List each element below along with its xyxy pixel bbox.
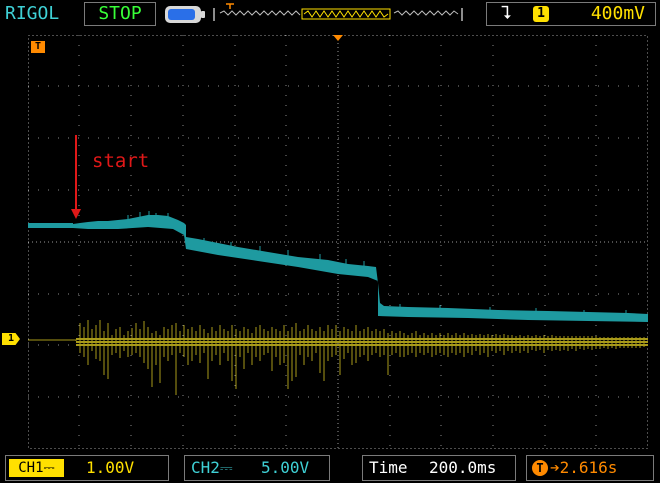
- trigger-offset-value: ➔2.616s: [550, 458, 618, 477]
- run-stop-status[interactable]: STOP: [84, 2, 156, 26]
- trigger-position-marker: [333, 35, 343, 41]
- trigger-offset-icon: T: [532, 460, 548, 476]
- dc-coupling-icon: ⎓: [43, 460, 55, 476]
- ch1-badge: CH1⎓: [9, 459, 64, 477]
- trigger-source-badge: 1: [533, 6, 549, 22]
- ch2-scale: 5.00V: [261, 458, 310, 477]
- annotation-arrow: [71, 135, 81, 219]
- trigger-offset-box[interactable]: T ➔2.616s: [526, 455, 654, 481]
- ch1-scale: 1.00V: [86, 458, 135, 477]
- brand-label: RIGOL: [5, 3, 60, 24]
- bottom-status-bar: CH1⎓ 1.00V CH2⎓ 5.00V Time 200.0ms T ➔2.…: [0, 455, 660, 483]
- battery-icon: [165, 6, 205, 23]
- ch1-scale-box[interactable]: CH1⎓ 1.00V: [5, 455, 169, 481]
- falling-edge-icon: ⮧: [501, 3, 512, 24]
- memory-overview[interactable]: [212, 1, 464, 27]
- timebase-box[interactable]: Time 200.0ms: [362, 455, 516, 481]
- status-bar: RIGOL STOP ⮧ 1 400mV: [0, 0, 660, 30]
- waveform-display[interactable]: [28, 35, 648, 449]
- time-label: Time: [369, 458, 408, 477]
- trigger-status[interactable]: ⮧ 1 400mV: [486, 2, 656, 26]
- graticule: [28, 35, 648, 449]
- trigger-marker: T: [31, 41, 45, 53]
- dc-coupling-icon: ⎓: [219, 458, 233, 477]
- time-value: 200.0ms: [429, 458, 497, 477]
- ch2-label: CH2⎓: [191, 458, 233, 477]
- trigger-level: 400mV: [590, 3, 645, 24]
- start-annotation: start: [92, 150, 150, 172]
- ch2-scale-box[interactable]: CH2⎓ 5.00V: [184, 455, 330, 481]
- ch1-offset-marker[interactable]: 1: [2, 333, 20, 345]
